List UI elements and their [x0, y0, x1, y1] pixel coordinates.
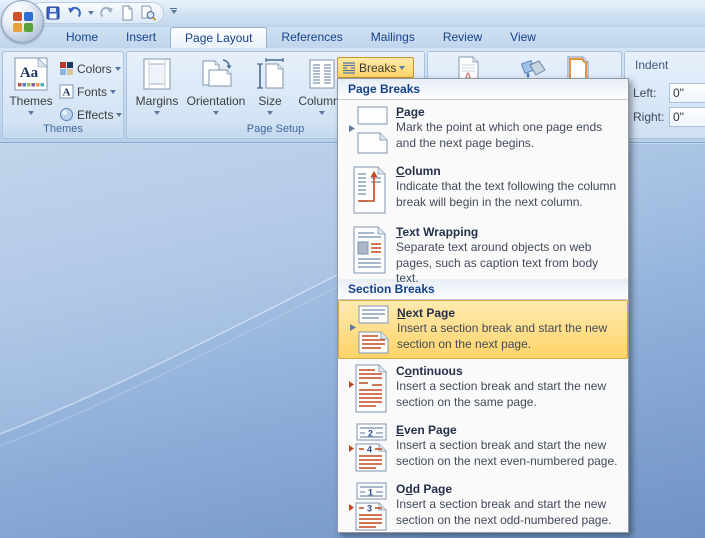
ribbon-tab-bar: Home Insert Page Layout References Maili… [0, 27, 705, 48]
next-page-break-icon [343, 304, 397, 356]
qat-customize-button[interactable] [170, 8, 177, 14]
size-button[interactable]: Size [249, 54, 291, 120]
themes-button[interactable]: Aa Themes [6, 54, 56, 120]
margins-icon [142, 56, 172, 92]
menu-item-title: Next Page [397, 306, 621, 320]
chevron-down-icon [88, 11, 94, 15]
size-icon [255, 56, 285, 92]
save-icon [45, 5, 61, 21]
chevron-down-icon [213, 111, 219, 115]
orientation-icon [199, 56, 233, 92]
save-button[interactable] [45, 4, 62, 22]
menu-item-odd-page[interactable]: 1 3 Odd Page Insert a section break and … [338, 477, 628, 533]
indent-right-label: Right: [633, 110, 665, 124]
menu-item-continuous[interactable]: Continuous Insert a section break and st… [338, 359, 628, 418]
odd-page-break-icon: 1 3 [342, 480, 396, 533]
theme-fonts-button[interactable]: A Fonts [57, 81, 123, 102]
themes-aa-icon: Aa [14, 56, 48, 92]
quick-access-toolbar [30, 2, 164, 24]
menu-item-even-page[interactable]: 2 4 Even Page Insert a section break and… [338, 418, 628, 477]
indent-left-input[interactable] [669, 83, 705, 103]
chevron-down-icon [171, 10, 177, 14]
tab-mailings[interactable]: Mailings [357, 27, 429, 48]
tab-view[interactable]: View [496, 27, 550, 48]
menu-item-title: Text Wrapping [396, 225, 622, 239]
chevron-down-icon [319, 111, 325, 115]
svg-text:4: 4 [367, 445, 372, 455]
menu-item-title: Page [396, 105, 622, 119]
svg-text:Aa: Aa [20, 65, 39, 81]
indent-label: Indent [635, 58, 668, 72]
tab-page-layout[interactable]: Page Layout [170, 27, 267, 48]
paragraph-group: Indent Left: Right: [624, 51, 705, 139]
text-wrapping-break-icon [342, 223, 396, 277]
undo-icon [66, 5, 82, 21]
title-bar [0, 0, 705, 27]
chevron-down-icon [154, 111, 160, 115]
menu-item-text-wrapping[interactable]: Text Wrapping Separate text around objec… [338, 220, 628, 279]
even-page-break-icon: 2 4 [342, 421, 396, 475]
indent-right-input[interactable] [669, 107, 705, 127]
menu-item-description: Insert a section break and start the new… [397, 321, 621, 352]
svg-text:A: A [63, 87, 71, 99]
menu-item-description: Insert a section break and start the new… [396, 497, 622, 528]
svg-text:3: 3 [367, 504, 372, 514]
redo-button[interactable] [98, 4, 115, 22]
chevron-down-icon [116, 113, 122, 117]
undo-button[interactable] [66, 4, 83, 22]
menu-item-description: Indicate that the text following the col… [396, 179, 622, 210]
theme-fonts-icon: A [59, 84, 74, 99]
chevron-down-icon [399, 66, 405, 70]
print-preview-button[interactable] [140, 4, 157, 22]
menu-item-title: Continuous [396, 364, 622, 378]
print-preview-icon [140, 5, 157, 21]
menu-item-title: Column [396, 164, 622, 178]
columns-icon [308, 56, 336, 92]
themes-group: Aa Themes Colors A [2, 51, 124, 139]
menu-item-title: Even Page [396, 423, 622, 437]
margins-button[interactable]: Margins [131, 54, 183, 120]
themes-group-label: Themes [4, 122, 122, 137]
office-button[interactable] [1, 0, 44, 43]
breaks-icon [342, 61, 356, 75]
tab-references[interactable]: References [267, 27, 356, 48]
theme-effects-icon [59, 107, 74, 122]
menu-item-column[interactable]: Column Indicate that the text following … [338, 159, 628, 220]
indent-left-label: Left: [633, 86, 665, 100]
new-document-icon [120, 5, 135, 21]
menu-header-page-breaks: Page Breaks [338, 79, 628, 100]
theme-colors-icon [59, 61, 74, 76]
chevron-down-icon [28, 111, 34, 115]
menu-item-page[interactable]: Page Mark the point at which one page en… [338, 100, 628, 159]
tab-insert[interactable]: Insert [112, 27, 170, 48]
overline-icon [170, 8, 177, 9]
word-window: { "titlebar": { "icons": { "office_butto… [0, 0, 705, 538]
column-break-icon [342, 162, 396, 218]
menu-item-title: Odd Page [396, 482, 622, 496]
menu-item-description: Insert a section break and start the new… [396, 438, 622, 469]
page-break-icon [342, 103, 396, 157]
tab-home[interactable]: Home [52, 27, 112, 48]
chevron-down-icon [267, 111, 273, 115]
breaks-button[interactable]: Breaks [337, 57, 414, 78]
menu-item-description: Insert a section break and start the new… [396, 379, 622, 410]
office-logo-icon [13, 12, 33, 32]
theme-colors-button[interactable]: Colors [57, 58, 123, 79]
chevron-down-icon [110, 90, 116, 94]
undo-dropdown-button[interactable] [87, 4, 95, 22]
menu-item-description: Mark the point at which one page ends an… [396, 120, 622, 151]
menu-item-next-page[interactable]: Next Page Insert a section break and sta… [338, 300, 628, 359]
breaks-menu: Page Breaks Page Mark the point at which… [337, 78, 629, 533]
chevron-down-icon [115, 67, 121, 71]
new-document-button[interactable] [119, 4, 136, 22]
tab-review[interactable]: Review [429, 27, 496, 48]
redo-icon [99, 5, 115, 21]
orientation-button[interactable]: Orientation [185, 54, 247, 120]
continuous-break-icon [342, 362, 396, 416]
